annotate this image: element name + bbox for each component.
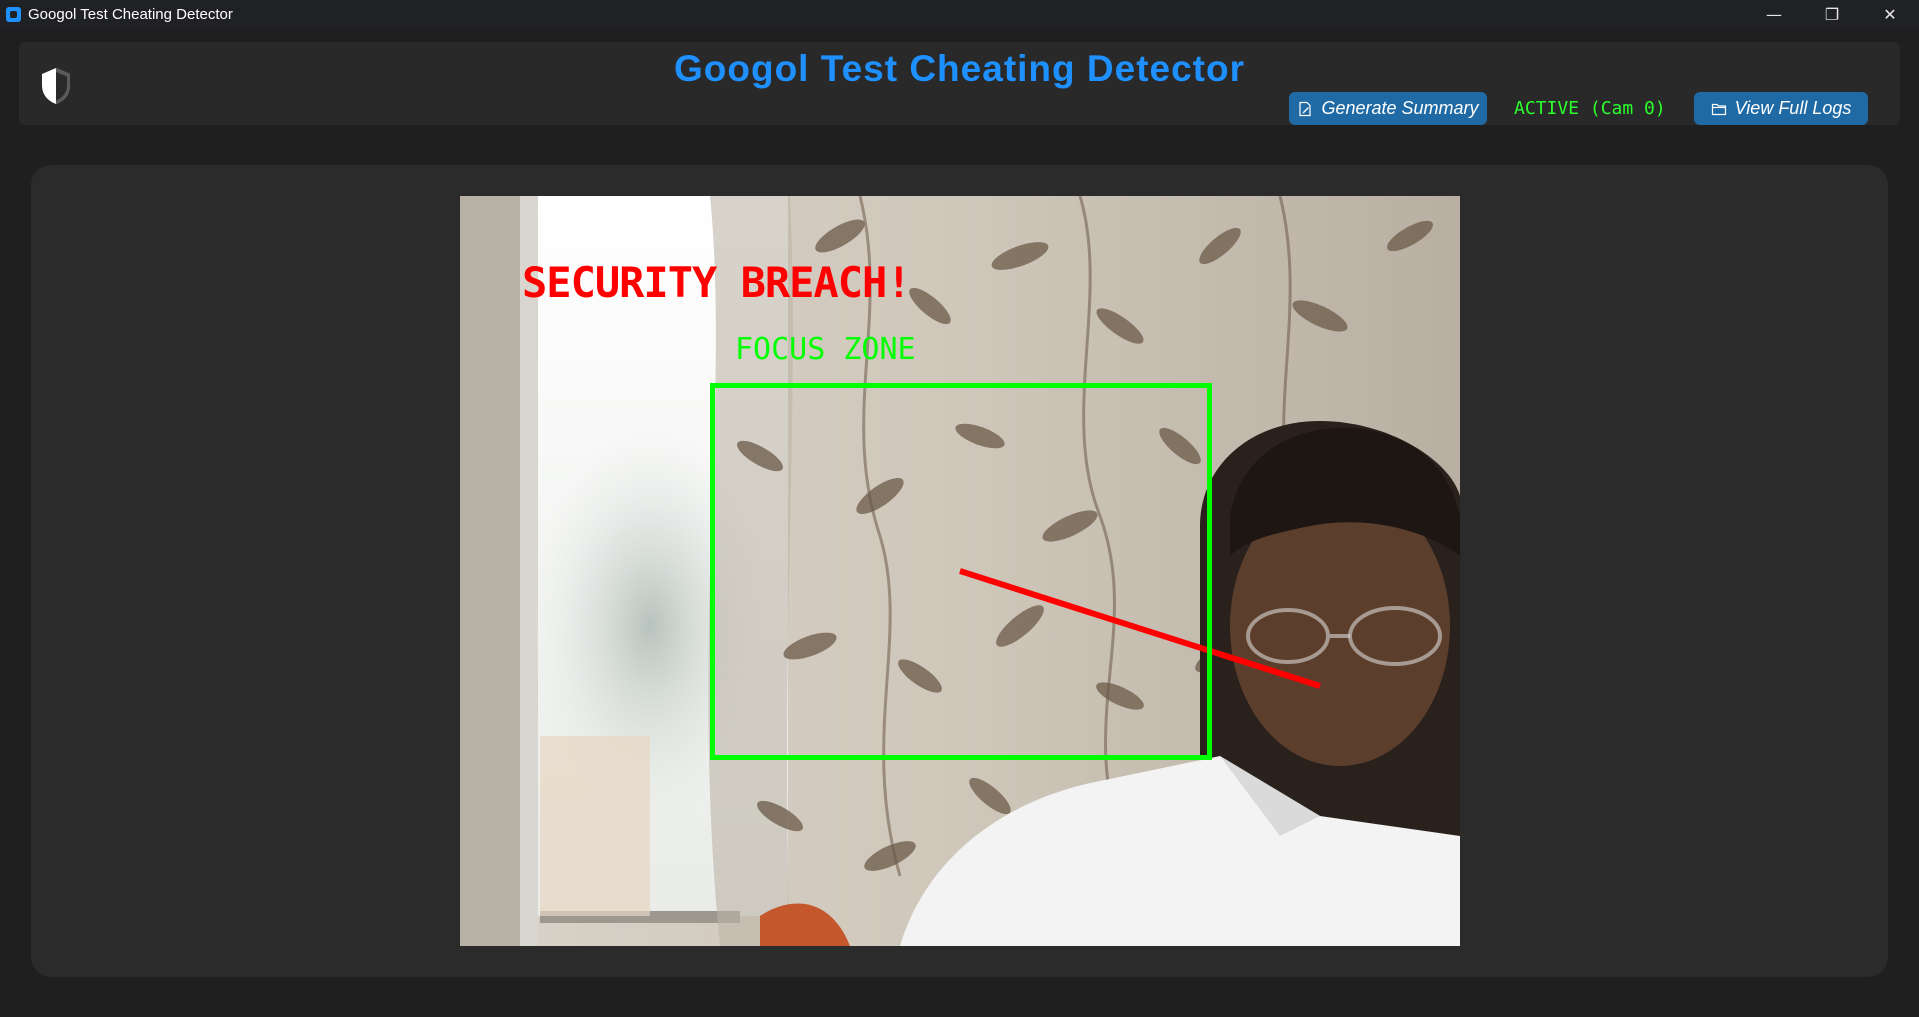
window-controls: — ❐ ✕ bbox=[1745, 0, 1919, 29]
security-breach-alert: SECURITY BREACH! bbox=[522, 258, 912, 307]
generate-summary-label: Generate Summary bbox=[1321, 98, 1479, 118]
app-icon bbox=[6, 7, 21, 22]
restore-button[interactable]: ❐ bbox=[1803, 0, 1861, 29]
focus-zone-label: FOCUS ZONE bbox=[735, 332, 916, 367]
view-logs-button[interactable]: View Full Logs bbox=[1694, 92, 1868, 125]
focus-zone-box bbox=[710, 383, 1212, 760]
minimize-button[interactable]: — bbox=[1745, 0, 1803, 29]
document-edit-icon bbox=[1299, 101, 1312, 116]
camera-status: ACTIVE (Cam 0) bbox=[1514, 98, 1666, 119]
folder-icon bbox=[1711, 103, 1726, 115]
app-title: Googol Test Cheating Detector bbox=[673, 48, 1245, 89]
camera-feed: SECURITY BREACH! FOCUS ZONE bbox=[460, 196, 1460, 946]
view-logs-label: View Full Logs bbox=[1734, 98, 1852, 118]
app-header: Googol Test Cheating Detector Generate S… bbox=[19, 42, 1900, 125]
window-title: Googol Test Cheating Detector bbox=[28, 6, 233, 23]
window-titlebar: Googol Test Cheating Detector — ❐ ✕ bbox=[0, 0, 1919, 29]
close-button[interactable]: ✕ bbox=[1861, 0, 1919, 29]
generate-summary-button[interactable]: Generate Summary bbox=[1289, 92, 1487, 125]
